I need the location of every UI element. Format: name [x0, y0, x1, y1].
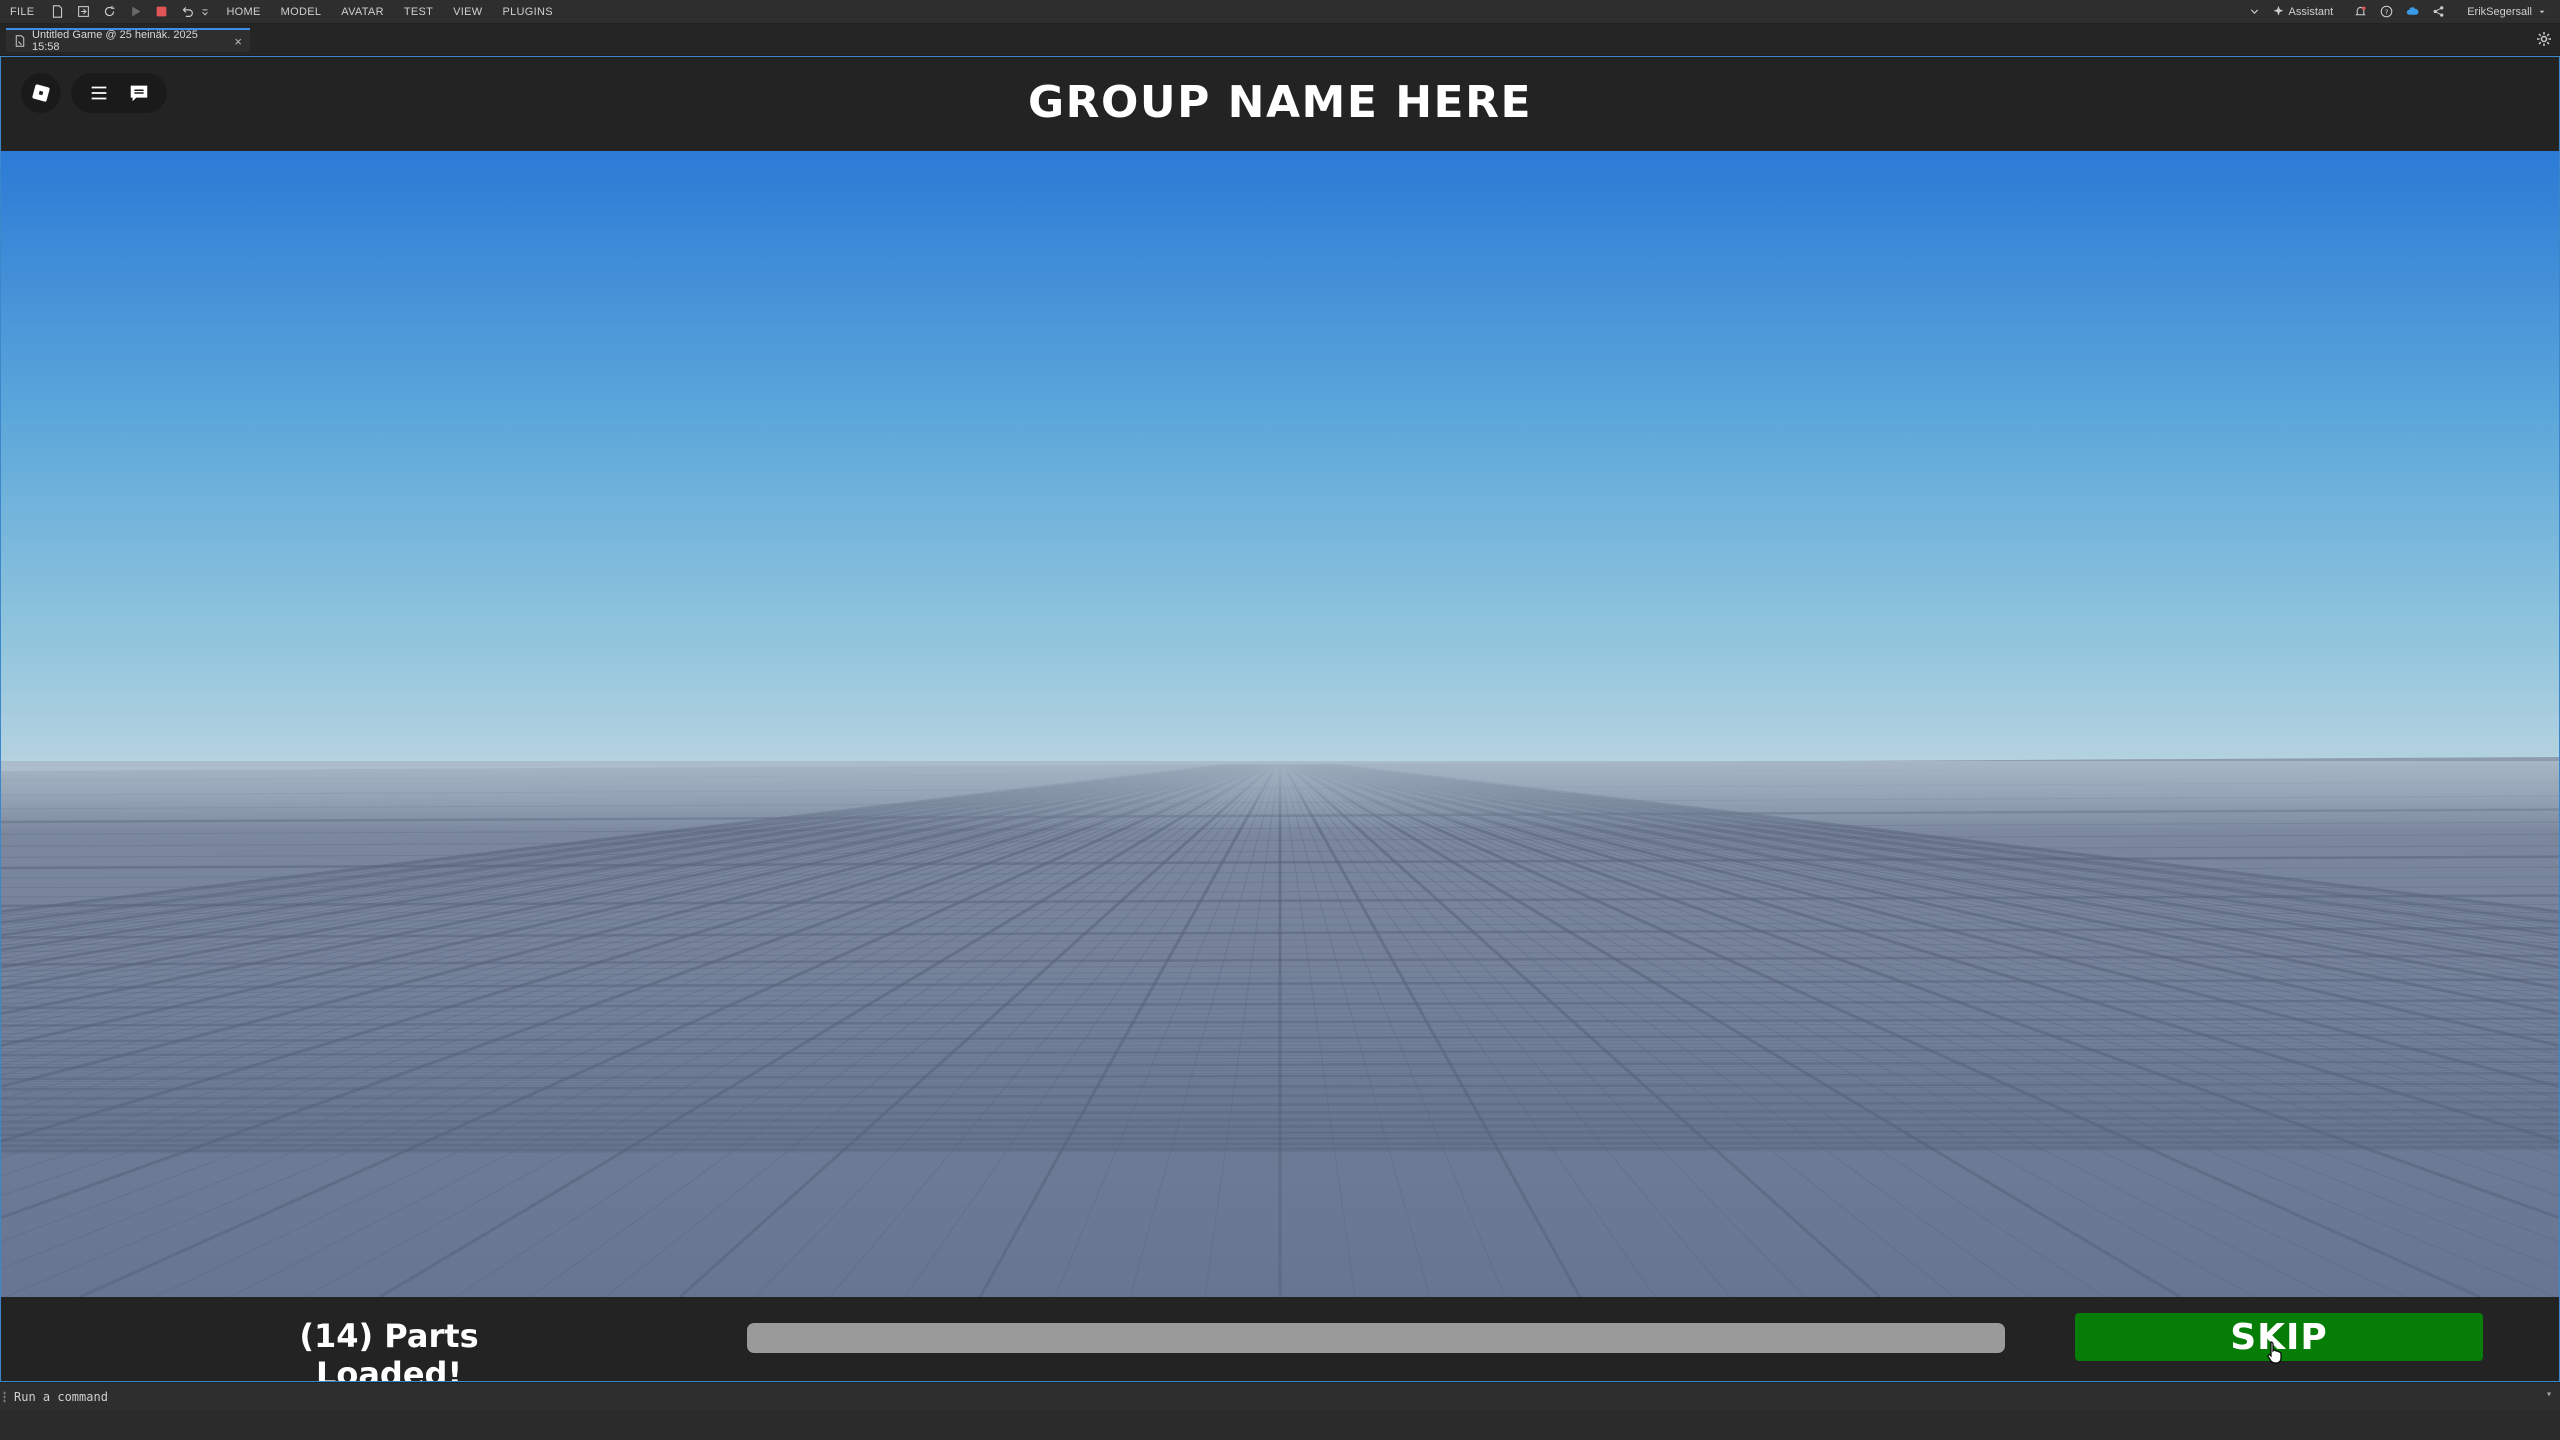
publish-icon[interactable] [75, 4, 91, 20]
user-name[interactable]: ErikSegersall [2467, 6, 2532, 18]
assistant-button[interactable]: Assistant [2272, 5, 2334, 18]
document-tab-title: Untitled Game @ 25 heinäk. 2025 15:58 [32, 29, 198, 53]
command-bar: ▾ [0, 1382, 2560, 1410]
help-icon[interactable]: ? [2378, 4, 2394, 20]
document-tab[interactable]: Untitled Game @ 25 heinäk. 2025 15:58 × [6, 28, 250, 53]
share-icon[interactable] [2430, 4, 2446, 20]
menu-tab-avatar[interactable]: AVATAR [331, 6, 394, 18]
undo-icon[interactable] [179, 4, 195, 20]
menu-tab-plugins[interactable]: PLUGINS [492, 6, 562, 18]
stop-icon[interactable] [153, 4, 169, 20]
menu-bar: FILE HOME MODEL AVATAR TEST VIEW PLUGINS… [0, 0, 2560, 24]
status-bar [0, 1410, 2560, 1440]
loading-bottom-bar: (14) Parts Loaded! SKIP [1, 1297, 2559, 1381]
drag-grip-icon[interactable] [3, 1391, 6, 1403]
cloud-icon[interactable] [2404, 4, 2420, 20]
menu-tab-test[interactable]: TEST [394, 6, 443, 18]
mouse-pointer-icon [2267, 1341, 2282, 1364]
chevron-down-icon[interactable] [2247, 4, 2263, 20]
menu-tab-model[interactable]: MODEL [271, 6, 332, 18]
document-tab-bar: Untitled Game @ 25 heinäk. 2025 15:58 × [0, 24, 2560, 56]
quick-access-dropdown-icon[interactable] [200, 4, 210, 20]
menubar-right: Assistant ? ErikSegersall [2242, 4, 2560, 20]
command-input[interactable] [14, 1389, 2414, 1404]
menu-tab-view[interactable]: VIEW [443, 6, 492, 18]
group-name-title: GROUP NAME HERE [1027, 77, 1533, 128]
loading-top-bar: GROUP NAME HERE [1, 57, 2559, 151]
menu-file[interactable]: FILE [0, 6, 44, 18]
sky [1, 151, 2559, 771]
assistant-label: Assistant [2288, 5, 2334, 18]
svg-text:?: ? [2384, 7, 2388, 16]
horizon-haze [1, 761, 2559, 831]
place-file-icon [15, 35, 25, 47]
sparkle-icon [2273, 5, 2283, 16]
gear-icon[interactable] [2536, 31, 2554, 49]
play-icon[interactable] [127, 4, 143, 20]
loading-progress-fill [747, 1323, 2005, 1353]
parts-loaded-label: (14) Parts Loaded! [299, 1317, 479, 1382]
redo-refresh-icon[interactable] [101, 4, 117, 20]
game-viewport[interactable]: GROUP NAME HERE (14) Parts Loaded! SKIP [0, 56, 2560, 1382]
new-file-icon[interactable] [49, 4, 65, 20]
loading-progress-bar [747, 1323, 2005, 1353]
chevron-down-icon[interactable]: ▾ [2546, 1389, 2552, 1400]
notification-bell-icon[interactable] [2352, 4, 2368, 20]
menu-tab-home[interactable]: HOME [216, 6, 270, 18]
close-tab-icon[interactable]: × [234, 34, 242, 49]
user-dropdown-icon[interactable] [2537, 4, 2547, 20]
baseplate-scene [1, 151, 2559, 1299]
